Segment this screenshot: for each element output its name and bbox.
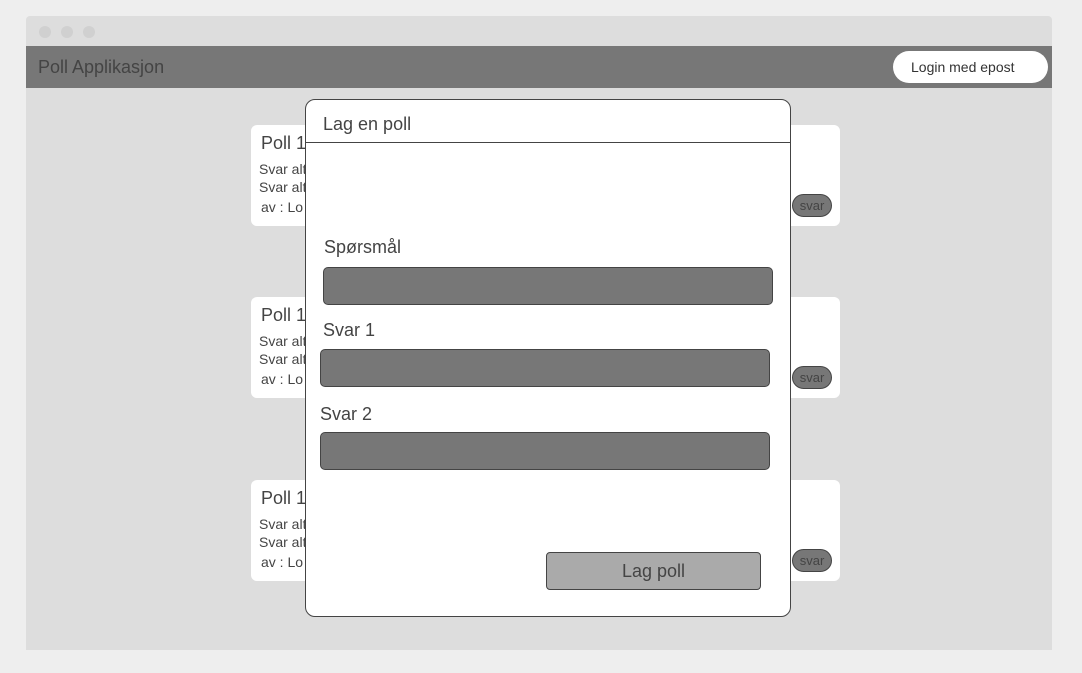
app-title: Poll Applikasjon <box>38 57 165 77</box>
create-poll-modal: Lag en poll Spørsmål Svar 1 Svar 2 Lag p… <box>305 99 791 617</box>
poll-answer: Svar alt <box>259 534 307 550</box>
question-label: Spørsmål <box>324 237 402 257</box>
answer1-label: Svar 1 <box>323 320 376 340</box>
poll-answer: Svar alt <box>259 179 307 195</box>
answer2-input[interactable] <box>320 432 770 470</box>
create-poll-button[interactable]: Lag poll <box>546 552 761 590</box>
modal-header: Lag en poll <box>306 100 790 143</box>
poll-author: av : Lo <box>261 199 304 215</box>
answer-poll-button[interactable]: svar <box>792 549 832 572</box>
poll-author: av : Lo <box>261 371 304 387</box>
poll-title: Poll 1 <box>261 488 307 508</box>
login-email-button[interactable]: Login med epost <box>893 51 1048 83</box>
window-minimize-dot-icon[interactable] <box>61 26 73 38</box>
window-close-dot-icon[interactable] <box>39 26 51 38</box>
poll-answer: Svar alt <box>259 351 307 367</box>
answer-poll-button[interactable]: svar <box>792 194 832 217</box>
window-titlebar <box>26 16 1052 46</box>
poll-answer: Svar alt <box>259 161 307 177</box>
poll-title: Poll 1 <box>261 305 307 325</box>
modal-title: Lag en poll <box>323 114 412 134</box>
answer1-input[interactable] <box>320 349 770 387</box>
poll-title: Poll 1 <box>261 133 307 153</box>
poll-answer: Svar alt <box>259 516 307 532</box>
poll-author: av : Lo <box>261 554 304 570</box>
poll-answer: Svar alt <box>259 333 307 349</box>
answer2-label: Svar 2 <box>320 404 373 424</box>
app-bar: Poll Applikasjon Login med epost <box>26 46 1052 88</box>
question-input[interactable] <box>323 267 773 305</box>
answer-poll-button[interactable]: svar <box>792 366 832 389</box>
window-maximize-dot-icon[interactable] <box>83 26 95 38</box>
